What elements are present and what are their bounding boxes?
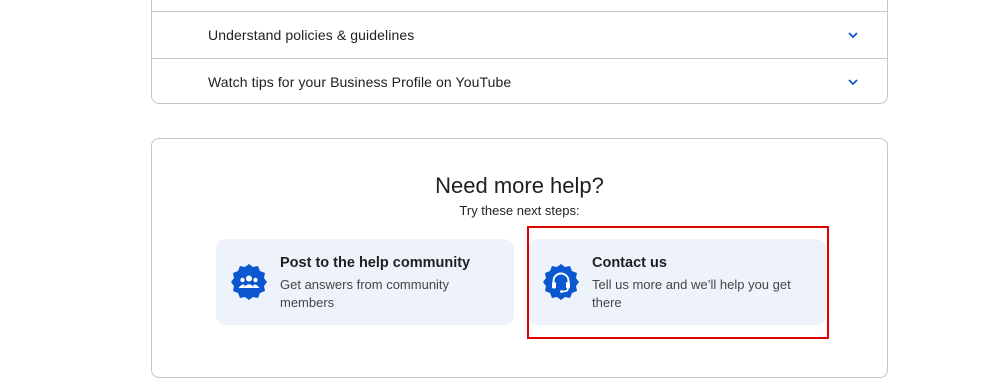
headset-icon	[543, 264, 579, 300]
help-topics-accordion: Understand policies & guidelines Watch t…	[151, 0, 888, 104]
accordion-item-policies[interactable]: Understand policies & guidelines	[152, 11, 887, 57]
card-description: Tell us more and we’ll help you get ther…	[592, 277, 791, 310]
accordion-item-label: Watch tips for your Business Profile on …	[208, 73, 512, 90]
accordion-item-youtube-tips[interactable]: Watch tips for your Business Profile on …	[152, 58, 887, 104]
contact-us-card[interactable]: Contact us Tell us more and we’ll help y…	[528, 239, 826, 325]
post-to-community-card[interactable]: Post to the help community Get answers f…	[216, 239, 514, 325]
card-description: Get answers from community members	[280, 277, 450, 310]
card-title: Post to the help community	[280, 255, 471, 271]
chevron-down-icon	[848, 31, 858, 38]
card-title: Contact us	[592, 255, 667, 271]
need-more-help-section: Need more help? Try these next steps: Po…	[151, 138, 888, 378]
chevron-down-icon	[848, 78, 858, 85]
community-icon	[231, 264, 267, 300]
help-title: Need more help?	[435, 173, 604, 198]
help-subtitle: Try these next steps:	[459, 203, 580, 218]
accordion-item-label: Understand policies & guidelines	[208, 26, 415, 43]
